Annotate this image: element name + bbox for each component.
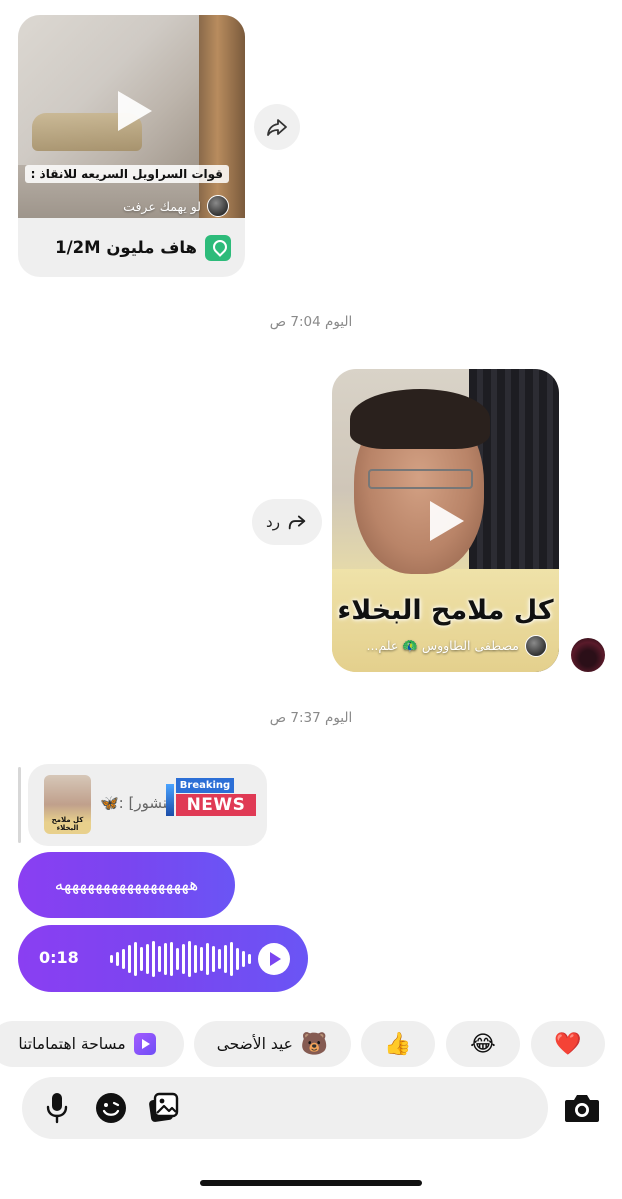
badge-bottom-label: NEWS — [176, 794, 256, 816]
waveform-bar — [194, 945, 197, 973]
waveform-bar — [248, 954, 251, 964]
share-icon — [267, 119, 287, 136]
voice-message-bubble[interactable]: 0:18 — [18, 925, 308, 992]
avatar — [525, 635, 547, 657]
waveform-bar — [200, 947, 203, 971]
mic-icon[interactable] — [42, 1091, 72, 1125]
waveform-bar — [122, 949, 125, 969]
quoted-post-thumbnail: كل ملامح البخلاء — [44, 775, 91, 834]
quick-chip-interests[interactable]: مساحة اهتماماتنا — [0, 1021, 184, 1067]
share-button[interactable] — [254, 104, 300, 150]
waveform-bar — [212, 946, 215, 972]
thumbs-up-icon: 👍 — [384, 1031, 412, 1057]
video-icon — [133, 1033, 156, 1055]
waveform-bar — [176, 948, 179, 970]
reply-label: رد — [266, 513, 280, 531]
waveform-bar — [230, 942, 233, 976]
timestamp: اليوم 7:04 ص — [269, 314, 353, 330]
waveform-bar — [236, 948, 239, 970]
location-icon — [205, 234, 231, 261]
chip-label: عيد الأضحى — [216, 1035, 293, 1053]
waveform-bar — [128, 945, 131, 973]
waveform-bar — [182, 944, 185, 974]
waveform-bar — [170, 942, 173, 976]
reply-icon — [288, 515, 306, 530]
quick-reaction-laugh[interactable]: 😂 — [446, 1021, 520, 1067]
reel-author: مصطفى الطاووس 🦚 علم... — [366, 635, 547, 657]
voice-duration: 0:18 — [39, 948, 79, 967]
waveform-bar — [242, 951, 245, 967]
quick-reaction-thumbs-up[interactable]: 👍 — [361, 1021, 435, 1067]
quick-chip-eid[interactable]: 🐻 عيد الأضحى — [194, 1021, 351, 1067]
quick-reaction-heart[interactable]: ❤️ — [531, 1021, 605, 1067]
waveform-bar — [224, 945, 227, 973]
waveform — [110, 940, 260, 978]
laugh-emoji-icon: 😂 — [470, 1031, 496, 1057]
shared-reel-card[interactable]: كل ملامح البخلاء مصطفى الطاووس 🦚 علم... — [332, 369, 559, 672]
waveform-bar — [146, 944, 149, 974]
reel-location-row[interactable]: هاف مليون 1/2M — [18, 218, 245, 277]
gallery-icon[interactable] — [146, 1091, 180, 1125]
reel-author-name: لو يهمك عرفت — [123, 198, 201, 214]
waveform-bar — [218, 949, 221, 969]
heart-icon: ❤️ — [554, 1031, 582, 1057]
message-composer[interactable] — [22, 1077, 548, 1139]
bear-icon: 🐻 — [300, 1031, 329, 1057]
home-indicator — [200, 1180, 422, 1186]
shared-reel-card[interactable]: قوات السراويل السريعه للانقاذ : لو يهمك … — [18, 15, 245, 277]
waveform-bar — [188, 941, 191, 977]
location-label: هاف مليون 1/2M — [55, 238, 197, 257]
waveform-bar — [158, 946, 161, 972]
quoted-post-bubble[interactable]: كل ملامح البخلاء 🦋: [منشور] Breaking NEW… — [28, 764, 267, 846]
avatar[interactable] — [571, 638, 605, 672]
timestamp: اليوم 7:37 ص — [269, 710, 353, 726]
camera-icon[interactable] — [562, 1090, 602, 1126]
reel-caption: قوات السراويل السريعه للانقاذ : — [24, 165, 229, 183]
waveform-bar — [206, 943, 209, 975]
reel-author: لو يهمك عرفت — [123, 195, 229, 217]
avatar — [207, 195, 229, 217]
chip-label: مساحة اهتماماتنا — [18, 1035, 126, 1053]
waveform-bar — [164, 943, 167, 975]
waveform-bar — [110, 955, 113, 963]
play-icon[interactable] — [258, 943, 290, 975]
waveform-bar — [152, 941, 155, 977]
play-icon[interactable] — [430, 501, 464, 541]
waveform-bar — [134, 942, 137, 976]
reel-overlay-title: كل ملامح البخلاء — [337, 595, 554, 626]
quoted-post-thumb-label: كل ملامح البخلاء — [51, 816, 84, 832]
reel-author-name: مصطفى الطاووس 🦚 علم... — [366, 638, 519, 653]
sticker-icon[interactable] — [94, 1091, 128, 1125]
play-icon[interactable] — [118, 91, 152, 131]
reply-button[interactable]: رد — [252, 499, 322, 545]
waveform-bar — [116, 952, 119, 966]
waveform-bar — [140, 947, 143, 971]
reply-indicator-bar — [18, 767, 21, 843]
message-bubble[interactable]: هههههههههههههههههه — [18, 852, 235, 918]
breaking-news-badge: Breaking NEWS — [166, 778, 256, 818]
badge-top-label: Breaking — [176, 778, 234, 793]
